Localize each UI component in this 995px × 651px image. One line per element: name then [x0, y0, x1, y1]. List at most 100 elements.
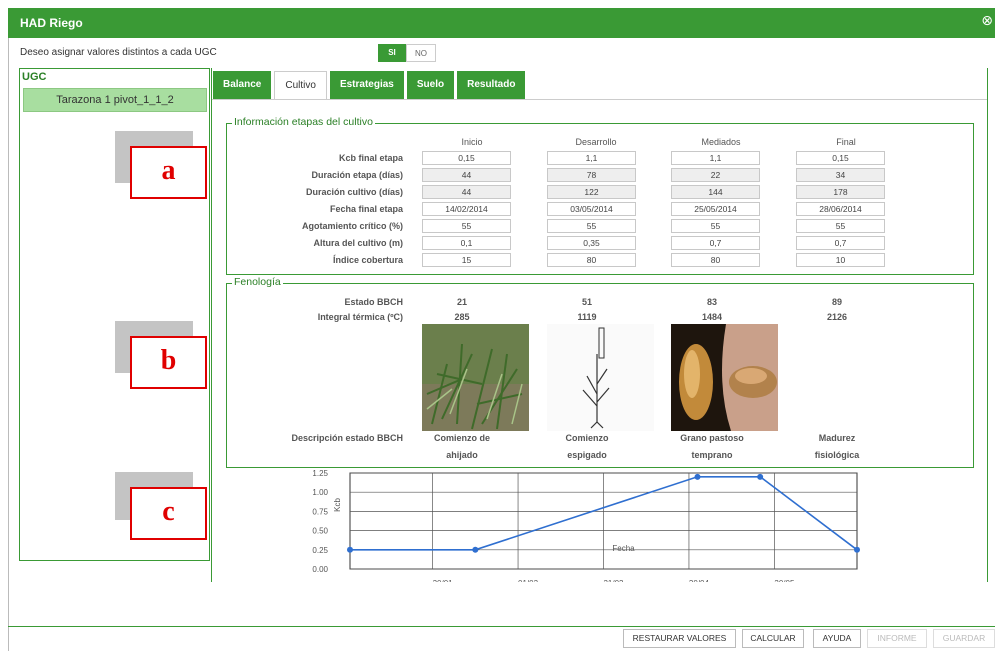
bbch-description-line: temprano [691, 450, 733, 460]
stage-end-date-input[interactable]: 14/02/2014 [422, 202, 511, 216]
bbch-description-line: ahijado [446, 450, 478, 460]
assign-values-question: Deseo asignar valores distintos a cada U… [20, 47, 217, 58]
kcb-input[interactable]: 1,1 [547, 151, 636, 165]
stage-duration-field: 44 [422, 168, 511, 182]
depletion-input[interactable]: 55 [422, 219, 511, 233]
cover-index-input[interactable]: 15 [422, 253, 511, 267]
row-label: Fecha final etapa [329, 204, 403, 214]
bbch-description-label: Descripción estado BBCH [291, 433, 403, 443]
x-tick-label: 30/05 [774, 579, 795, 582]
report-button[interactable]: INFORME [867, 629, 927, 648]
thermal-value: 2126 [826, 312, 848, 322]
tab-suelo[interactable]: Suelo [406, 71, 455, 99]
column-header: Mediados [701, 137, 741, 147]
bbch-description: Comienzo de ahijado [418, 430, 506, 464]
close-icon[interactable]: ⊗ [981, 12, 993, 29]
crop-duration-field: 144 [671, 185, 760, 199]
bbch-description-line: Comienzo [565, 433, 609, 443]
x-tick-label: 01/03 [518, 579, 539, 582]
crop-height-input[interactable]: 0,7 [796, 236, 885, 250]
bbch-description: Comienzo espigado [543, 430, 631, 464]
bbch-description-line: Madurez [818, 433, 856, 443]
bbch-description: Madurez fisiológica [793, 430, 881, 464]
bbch-label: Estado BBCH [344, 297, 403, 307]
save-button[interactable]: GUARDAR [933, 629, 995, 648]
kcb-data-point [347, 546, 353, 553]
toggle-no[interactable]: NO [406, 44, 436, 62]
tab-bar: Balance Cultivo Estrategias Suelo Result… [213, 71, 528, 99]
thermal-value: 1484 [701, 312, 723, 322]
kcb-data-point [472, 546, 479, 553]
y-tick-label: 0.00 [312, 565, 328, 574]
stage-duration-field: 78 [547, 168, 636, 182]
y-tick-label: 1.25 [312, 469, 328, 478]
crop-height-input[interactable]: 0,7 [671, 236, 760, 250]
row-label: Altura del cultivo (m) [313, 238, 403, 248]
restore-values-button[interactable]: RESTAURAR VALORES [623, 629, 736, 648]
tab-estrategias[interactable]: Estrategias [329, 71, 404, 99]
crop-height-input[interactable]: 0,1 [422, 236, 511, 250]
button-bar-divider [8, 626, 995, 627]
tab-cultivo[interactable]: Cultivo [274, 71, 327, 99]
kcb-chart-svg: 1.25 1.00 0.75 0.50 0.25 0.00 30/01 01/03 31/03 3… [312, 469, 860, 588]
bbch-value: 89 [831, 297, 842, 307]
kcb-input[interactable]: 0,15 [422, 151, 511, 165]
y-axis-label: Kcb [333, 498, 342, 512]
stage-end-date-input[interactable]: 25/05/2014 [671, 202, 760, 216]
column-header: Desarrollo [575, 137, 617, 147]
x-tick-label: 31/03 [603, 579, 624, 582]
y-tick-label: 0.50 [312, 527, 328, 536]
cover-index-input[interactable]: 80 [547, 253, 636, 267]
bbch-value: 21 [456, 297, 467, 307]
bbch-description-line: Grano pastoso [680, 433, 744, 443]
ugc-header: UGC [22, 71, 47, 83]
y-tick-label: 1.00 [312, 488, 328, 497]
cover-index-input[interactable]: 80 [671, 253, 760, 267]
ugc-list-item[interactable]: Tarazona 1 pivot_1_1_2 [23, 88, 207, 112]
crop-height-input[interactable]: 0,35 [547, 236, 636, 250]
tab-balance[interactable]: Balance [213, 71, 272, 99]
yes-no-toggle[interactable]: SI NO [378, 44, 436, 62]
x-tick-label: 30/04 [689, 579, 710, 582]
row-label: Índice cobertura [332, 255, 403, 265]
bbch-value: 83 [706, 297, 717, 307]
bbch-description-line: fisiológica [814, 450, 860, 460]
row-label: Kcb final etapa [338, 153, 403, 163]
bbch-description-line: espigado [567, 450, 607, 460]
row-label: Duración cultivo (días) [305, 187, 403, 197]
y-tick-label: 0.75 [312, 507, 328, 516]
cover-index-input[interactable]: 10 [796, 253, 885, 267]
stage-duration-field: 22 [671, 168, 760, 182]
row-label: Agotamiento crítico (%) [301, 221, 403, 231]
depletion-input[interactable]: 55 [547, 219, 636, 233]
kcb-data-point [757, 473, 764, 480]
crop-duration-field: 122 [547, 185, 636, 199]
stage-end-date-input[interactable]: 28/06/2014 [796, 202, 885, 216]
thermal-label: Integral térmica (ºC) [317, 312, 403, 322]
kcb-chart: 1.25 1.00 0.75 0.50 0.25 0.00 30/01 01/03 31/03 3… [212, 468, 987, 588]
row-label: Duración etapa (días) [311, 170, 403, 180]
crop-duration-field: 44 [422, 185, 511, 199]
depletion-input[interactable]: 55 [796, 219, 885, 233]
tab-divider [212, 99, 987, 100]
thermal-value: 1119 [577, 312, 597, 322]
kcb-data-point [694, 473, 701, 480]
tillering-photo [422, 324, 529, 431]
phenology-legend: Fenología [232, 276, 283, 288]
tab-resultado[interactable]: Resultado [457, 71, 526, 99]
kcb-input[interactable]: 0,15 [796, 151, 885, 165]
window-titlebar: HAD Riego ⊗ [8, 8, 995, 38]
kcb-input[interactable]: 1,1 [671, 151, 760, 165]
annotation-label-a: a [130, 146, 207, 199]
stage-end-date-input[interactable]: 03/05/2014 [547, 202, 636, 216]
calculate-button[interactable]: CALCULAR [742, 629, 804, 648]
toggle-yes[interactable]: SI [378, 44, 406, 62]
annotation-label-b: b [130, 336, 207, 389]
bbch-description: Grano pastoso temprano [668, 430, 756, 464]
column-header: Inicio [461, 137, 483, 147]
help-button[interactable]: AYUDA [813, 629, 861, 648]
x-axis-label: Fecha [612, 544, 635, 553]
y-tick-label: 0.25 [312, 546, 328, 555]
heading-drawing [547, 324, 654, 431]
depletion-input[interactable]: 55 [671, 219, 760, 233]
